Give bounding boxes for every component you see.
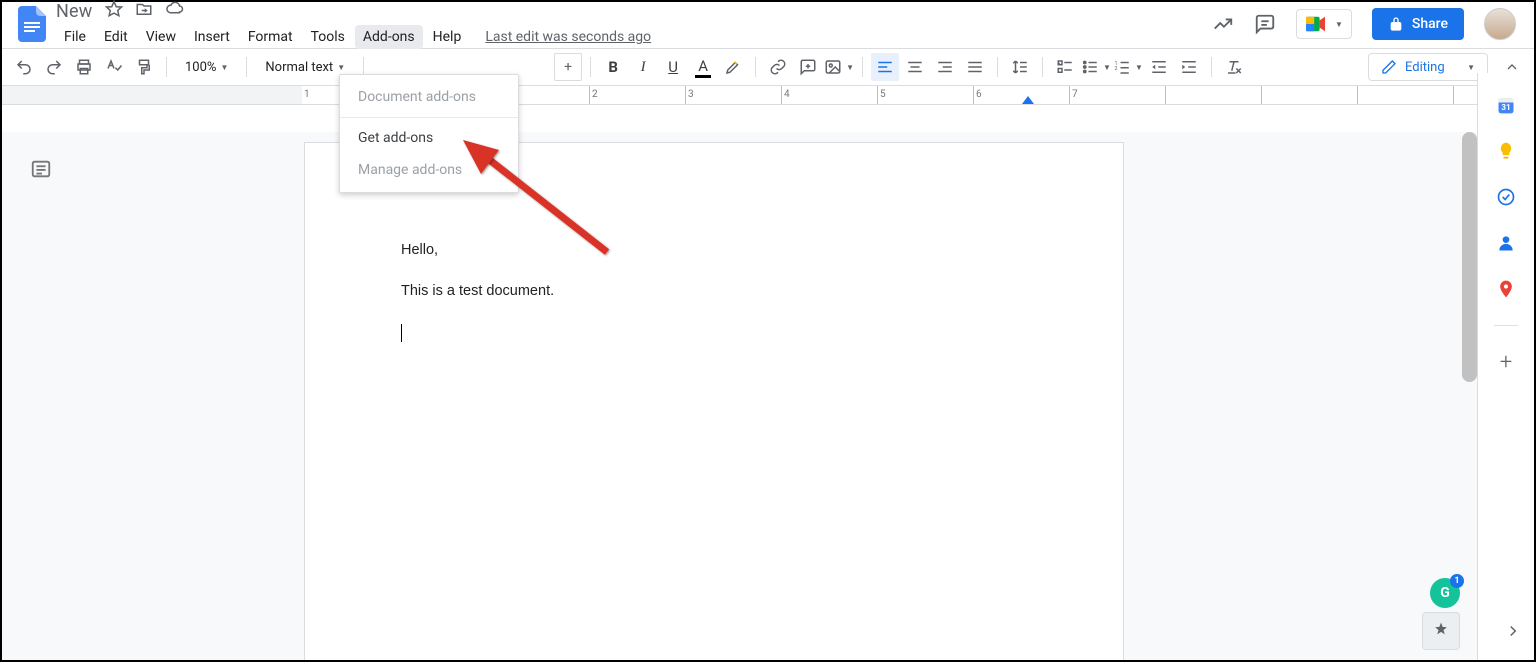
clear-formatting-button[interactable] (1220, 53, 1248, 81)
share-label: Share (1412, 16, 1448, 32)
ruler-tick: 5 (880, 89, 886, 100)
ruler-tick: 4 (784, 89, 790, 100)
chevron-down-icon: ▼ (1103, 63, 1111, 72)
contacts-icon[interactable] (1496, 233, 1516, 253)
ruler-tick: 3 (688, 89, 694, 100)
ruler-tick: 6 (976, 89, 982, 100)
comments-icon[interactable] (1254, 13, 1276, 35)
paint-format-button[interactable] (130, 53, 158, 81)
style-value: Normal text (265, 60, 333, 75)
grammarly-label: G (1440, 585, 1450, 601)
svg-text:31: 31 (1501, 103, 1511, 113)
text-cursor (401, 324, 402, 342)
chevron-down-icon: ▼ (1467, 63, 1475, 72)
addons-manage[interactable]: Manage add-ons (340, 154, 518, 186)
undo-button[interactable] (10, 53, 38, 81)
bullet-list-button[interactable]: ▼ (1081, 53, 1111, 81)
menu-file[interactable]: File (56, 25, 94, 49)
account-avatar[interactable] (1484, 8, 1516, 40)
doc-text: This is a test document. (401, 280, 1027, 303)
menu-edit[interactable]: Edit (96, 25, 136, 49)
get-addons-icon[interactable]: + (1496, 352, 1516, 372)
tasks-icon[interactable] (1496, 187, 1516, 207)
activity-icon[interactable] (1212, 13, 1234, 35)
menu-addons[interactable]: Add-ons (355, 25, 423, 49)
zoom-value: 100% (185, 60, 216, 75)
print-button[interactable] (70, 53, 98, 81)
insert-link-button[interactable] (764, 53, 792, 81)
chevron-down-icon: ▼ (220, 63, 228, 72)
addons-dropdown: Document add-ons Get add-ons Manage add-… (339, 74, 519, 193)
menu-view[interactable]: View (138, 25, 184, 49)
bold-button[interactable]: B (599, 53, 627, 81)
move-icon[interactable] (135, 0, 153, 22)
share-button[interactable]: Share (1372, 8, 1464, 40)
italic-button[interactable]: I (629, 53, 657, 81)
editing-label: Editing (1405, 60, 1445, 75)
keep-icon[interactable] (1496, 141, 1516, 161)
workspace: Hello, This is a test document. (2, 132, 1477, 660)
side-panel-collapse-button[interactable] (1504, 622, 1522, 644)
scrollbar[interactable] (1462, 132, 1477, 382)
maps-icon[interactable] (1496, 279, 1516, 299)
svg-text:2: 2 (1114, 66, 1117, 72)
grammarly-button[interactable]: G 1 (1430, 578, 1460, 608)
align-left-button[interactable] (871, 53, 899, 81)
line-spacing-button[interactable] (1006, 53, 1034, 81)
increase-indent-button[interactable] (1175, 53, 1203, 81)
chevron-down-icon: ▼ (1335, 20, 1343, 29)
addons-document-addons: Document add-ons (340, 81, 518, 113)
align-justify-button[interactable] (961, 53, 989, 81)
align-right-button[interactable] (931, 53, 959, 81)
decrease-indent-button[interactable] (1145, 53, 1173, 81)
last-edit-link[interactable]: Last edit was seconds ago (477, 25, 659, 49)
underline-button[interactable]: U (659, 53, 687, 81)
explore-button[interactable] (1422, 612, 1460, 650)
addons-get[interactable]: Get add-ons (340, 122, 518, 154)
ruler[interactable]: 1 2 3 4 5 6 7 (2, 86, 1477, 105)
chevron-down-icon: ▼ (337, 63, 345, 72)
highlight-button[interactable] (719, 53, 747, 81)
star-icon[interactable] (105, 0, 123, 22)
editing-mode-button[interactable]: Editing ▼ (1368, 53, 1488, 81)
doc-text: Hello, (401, 239, 1027, 262)
docs-logo[interactable] (12, 4, 52, 44)
calendar-icon[interactable]: 31 (1496, 95, 1516, 115)
numbered-list-button[interactable]: 12▼ (1113, 53, 1143, 81)
grammarly-badge: 1 (1450, 574, 1464, 588)
menu-tools[interactable]: Tools (303, 25, 353, 49)
document-page[interactable]: Hello, This is a test document. (304, 142, 1124, 660)
menu-insert[interactable]: Insert (186, 25, 238, 49)
menu-help[interactable]: Help (425, 25, 470, 49)
cloud-status-icon[interactable] (165, 0, 185, 22)
insert-image-button[interactable]: ▼ (824, 53, 854, 81)
menu-bar: File Edit View Insert Format Tools Add-o… (56, 23, 659, 51)
zoom-select[interactable]: 100% ▼ (175, 53, 238, 81)
text-color-button[interactable]: A (689, 53, 717, 81)
ruler-tick: 1 (304, 89, 310, 100)
insert-comment-button[interactable] (794, 53, 822, 81)
document-title[interactable]: New (56, 1, 93, 22)
increase-font-button[interactable]: + (554, 53, 582, 81)
checklist-button[interactable] (1051, 53, 1079, 81)
align-center-button[interactable] (901, 53, 929, 81)
toolbar: 100%▼ Normal text▼ + B I U A ▼ ▼ 12▼ Edi… (2, 48, 1534, 86)
spellcheck-button[interactable] (100, 53, 128, 81)
ruler-tick: 7 (1072, 89, 1078, 100)
outline-toggle-button[interactable] (30, 158, 52, 184)
ruler-tick: 2 (592, 89, 598, 100)
redo-button[interactable] (40, 53, 68, 81)
menu-format[interactable]: Format (240, 25, 301, 49)
meet-button[interactable]: ▼ (1296, 9, 1352, 39)
chevron-down-icon: ▼ (1135, 63, 1143, 72)
chevron-down-icon: ▼ (846, 63, 854, 72)
side-panel: 31 + (1477, 73, 1534, 660)
